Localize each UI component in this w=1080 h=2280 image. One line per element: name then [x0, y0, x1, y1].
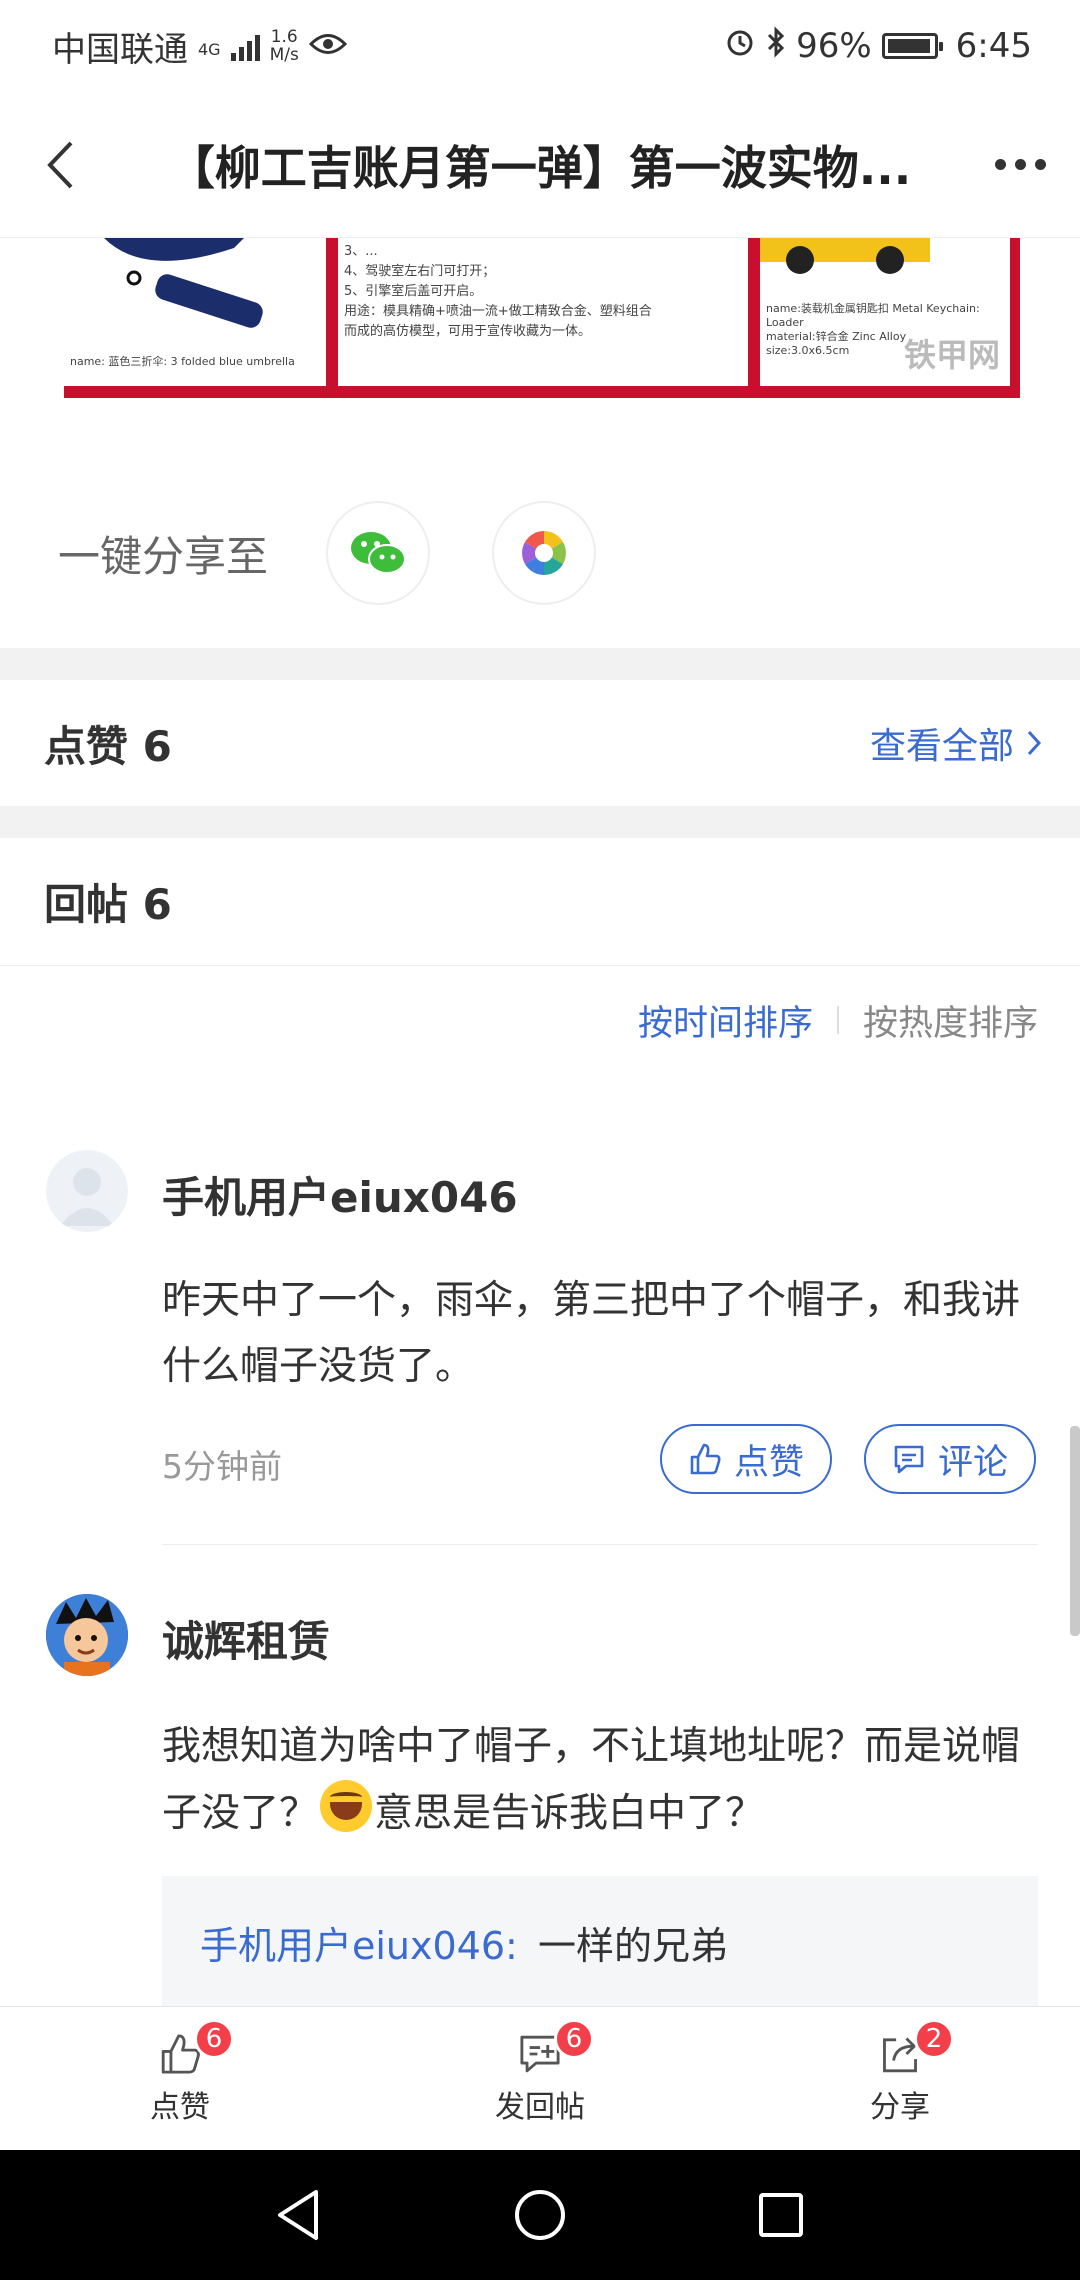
comment-text: 我想知道为啥中了帽子，不让填地址呢？而是说帽子没了？ 意思是告诉我白中了？ [162, 1714, 1022, 1847]
loader-toy-icon [760, 238, 930, 274]
more-dot-icon [994, 159, 1006, 170]
comment-item: 手机用户eiux046 昨天中了一个，雨伞，第三把中了个帽子，和我讲什么帽子没货… [0, 1150, 1080, 1550]
avatar[interactable] [46, 1150, 128, 1232]
status-bar: 中国联通 4G 1.6 M/s 96% 6:45 [0, 0, 1080, 92]
comment-divider [162, 1544, 1038, 1545]
reply-username[interactable]: 手机用户eiux046: [200, 1924, 518, 1968]
bottom-like-label: 点赞 [150, 2089, 210, 2125]
share-count-badge: 2 [914, 2019, 954, 2059]
signal-icon [230, 31, 260, 61]
battery-percent: 96% [796, 26, 872, 66]
system-nav-bar [0, 2150, 1080, 2280]
laughing-tears-emoji-icon [320, 1780, 373, 1832]
comment-time: 5分钟前 [162, 1447, 282, 1486]
comment-text: 昨天中了一个，雨伞，第三把中了个帽子，和我讲什么帽子没货了。 [162, 1278, 1021, 1389]
wechat-icon [351, 532, 407, 574]
sort-divider [836, 1006, 839, 1034]
view-all-likes-link[interactable]: 查看全部 [870, 717, 1042, 769]
carrier-label: 中国联通 [52, 29, 188, 70]
bottom-reply-button[interactable]: 发回帖 6 [360, 2007, 720, 2150]
post-image[interactable]: name: 蓝色三折伞: 3 folded blue umbrella 3、..… [64, 238, 1020, 398]
comment-button[interactable]: 评论 [864, 1424, 1036, 1494]
reply-box-wrap: 手机用户eiux046: 一样的兄弟 [0, 1876, 1080, 2006]
thumbs-up-icon [690, 1443, 721, 1475]
sort-by-hot-tab[interactable]: 按热度排序 [863, 995, 1038, 1046]
network-speed: 1.6 M/s [269, 27, 299, 65]
watermark-logo: 铁甲网 [903, 336, 1000, 374]
comment-label: 评论 [937, 1442, 1008, 1483]
bottom-action-bar: 点赞 6 发回帖 6 分享 2 [0, 2006, 1080, 2150]
like-count-badge: 6 [194, 2019, 234, 2059]
reply-count-badge: 6 [554, 2019, 594, 2059]
clock-time: 6:45 [955, 26, 1032, 66]
bottom-like-button[interactable]: 点赞 6 [0, 2007, 360, 2150]
status-right: 96% 6:45 [724, 25, 1032, 67]
chevron-left-icon [47, 141, 73, 188]
share-label: 一键分享至 [58, 531, 269, 581]
nav-recents-icon[interactable] [756, 2190, 806, 2240]
like-label: 点赞 [733, 1442, 804, 1483]
share-wechat-button[interactable] [326, 501, 431, 605]
more-options-button[interactable] [960, 92, 1080, 238]
chevron-right-icon [1027, 730, 1042, 756]
image-panel-middle: 3、... 4、驾驶室左右门可打开； 5、引擎室后盖可开启。 用途：模具精确+喷… [338, 238, 748, 386]
bottom-share-label: 分享 [870, 2089, 930, 2125]
share-moments-button[interactable] [492, 501, 597, 605]
image-caption-middle: 3、... 4、驾驶室左右门可打开； 5、引擎室后盖可开启。 用途：模具精确+喷… [344, 244, 652, 339]
status-left: 中国联通 4G 1.6 M/s [52, 22, 347, 71]
nav-back-icon[interactable] [274, 2188, 324, 2242]
comment-text-part: 意思是告诉我白中了？ [374, 1791, 765, 1836]
image-caption-small: name: 蓝色三折伞: 3 folded blue umbrella [70, 355, 295, 368]
nav-home-icon[interactable] [513, 2188, 567, 2242]
moments-icon [522, 531, 566, 575]
like-button[interactable]: 点赞 [660, 1424, 832, 1494]
back-button[interactable] [0, 92, 120, 238]
sort-options: 按时间排序 按热度排序 [638, 990, 1038, 1050]
bluetooth-icon [766, 25, 786, 67]
umbrella-icon [104, 238, 263, 328]
cartoon-avatar-icon [46, 1594, 128, 1676]
image-panel-left: name: 蓝色三折伞: 3 folded blue umbrella [64, 238, 326, 386]
page-title: 【柳工吉账月第一弹】第一波实物... [168, 140, 912, 195]
replies-title: 回帖 6 [44, 880, 172, 929]
view-all-label: 查看全部 [869, 726, 1014, 767]
eye-icon [308, 26, 347, 66]
replies-row: 回帖 6 [0, 838, 1080, 966]
bottom-reply-label: 发回帖 [495, 2089, 585, 2125]
reply-box[interactable]: 手机用户eiux046: 一样的兄弟 [162, 1876, 1038, 2006]
battery-icon [881, 33, 943, 59]
image-panel-right: name:装载机金属钥匙扣 Metal Keychain: Loader mat… [760, 238, 1010, 386]
likes-title: 点赞 6 [44, 721, 172, 771]
more-dot-icon [1014, 159, 1026, 170]
comment-username[interactable]: 手机用户eiux046 [162, 1164, 518, 1225]
share-row: 一键分享至 [0, 488, 1080, 618]
likes-row: 点赞 6 查看全部 [0, 680, 1080, 806]
more-dot-icon [1034, 159, 1046, 170]
comment-username[interactable]: 诚辉租赁 [162, 1608, 330, 1669]
reply-text: 一样的兄弟 [537, 1924, 728, 1968]
bottom-share-button[interactable]: 分享 2 [720, 2007, 1080, 2150]
sort-by-time-tab[interactable]: 按时间排序 [638, 995, 813, 1046]
section-gap [0, 806, 1080, 838]
title-bar: 【柳工吉账月第一弹】第一波实物... [0, 92, 1080, 238]
network-type: 4G [198, 39, 221, 59]
comment-bubble-icon [894, 1445, 924, 1474]
avatar[interactable] [46, 1594, 128, 1676]
scrollbar-thumb[interactable] [1070, 1426, 1080, 1636]
section-gap [0, 648, 1080, 680]
default-user-icon [60, 1168, 114, 1226]
alarm-icon [724, 26, 756, 67]
